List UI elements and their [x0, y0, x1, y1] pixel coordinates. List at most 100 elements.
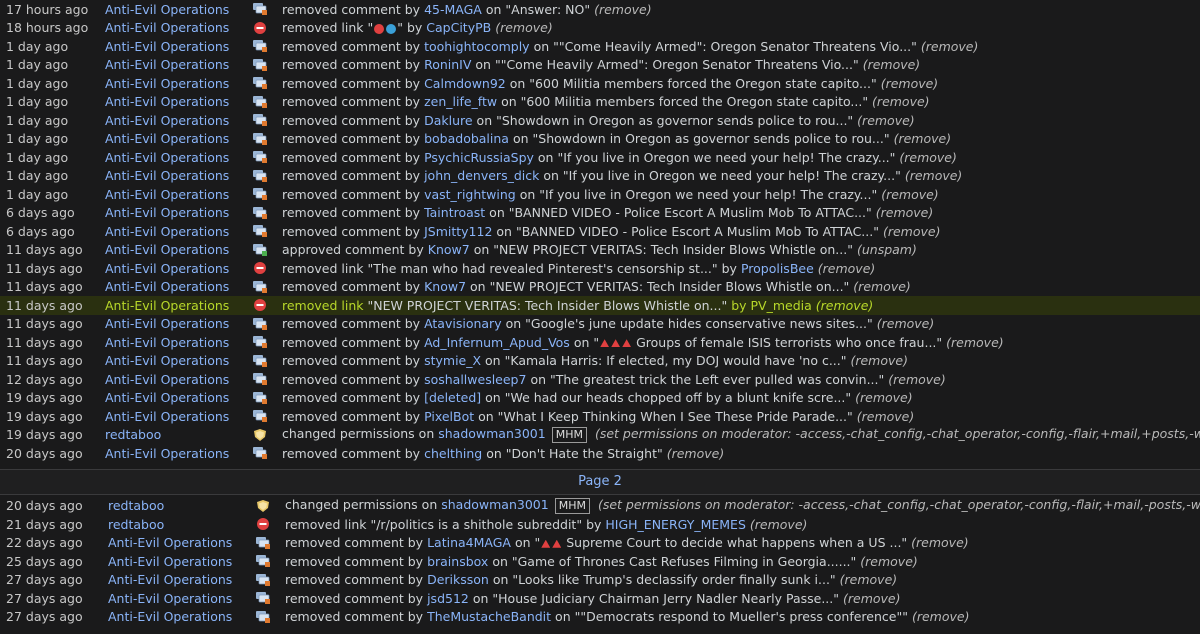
moderator-link[interactable]: Anti-Evil Operations	[105, 94, 229, 109]
moderator-link[interactable]: Anti-Evil Operations	[108, 535, 232, 550]
post-title-link[interactable]: "BANNED VIDEO - Police Escort A Muslim M…	[516, 224, 879, 239]
moderator-link[interactable]: Anti-Evil Operations	[105, 113, 229, 128]
user-link[interactable]: TheMustacheBandit	[427, 609, 551, 624]
moderator-link[interactable]: Anti-Evil Operations	[105, 242, 229, 257]
post-title-link[interactable]: "If you live in Oregon we need your help…	[557, 150, 895, 165]
moderator-link[interactable]: redtaboo	[108, 517, 164, 532]
post-title-link[interactable]: "If you live in Oregon we need your help…	[563, 168, 901, 183]
moderator-link[interactable]: Anti-Evil Operations	[108, 554, 232, 569]
post-title-link[interactable]: "Showdown in Oregon as governor sends po…	[496, 113, 853, 128]
user-link[interactable]: Ad_Infernum_Apud_Vos	[424, 335, 570, 350]
moderator-link[interactable]: Anti-Evil Operations	[105, 20, 229, 35]
post-title-link[interactable]: "Kamala Harris: If elected, my DOJ would…	[505, 353, 847, 368]
post-title-link[interactable]: "Game of Thrones Cast Refuses Filming in…	[512, 554, 856, 569]
post-title-link[interactable]: "What I Keep Thinking When I See These P…	[498, 409, 853, 424]
user-link[interactable]: PsychicRussiaSpy	[424, 150, 534, 165]
post-title-link[interactable]: "NEW PROJECT VERITAS: Tech Insider Blows…	[490, 279, 850, 294]
post-title-link[interactable]: ""Come Heavily Armed": Oregon Senator Th…	[553, 39, 917, 54]
moderator-link[interactable]: Anti-Evil Operations	[105, 372, 229, 387]
log-time: 17 hours ago	[6, 1, 89, 17]
user-link[interactable]: chelthing	[424, 446, 482, 461]
log-action: removed comment by Taintroast on "BANNED…	[282, 205, 933, 220]
user-link[interactable]: brainsbox	[427, 554, 488, 569]
post-title-link[interactable]: "Don't Hate the Straight"	[506, 446, 663, 461]
moderator-link[interactable]: Anti-Evil Operations	[105, 168, 229, 183]
post-title-link[interactable]: ""Come Heavily Armed": Oregon Senator Th…	[495, 57, 859, 72]
moderator-link[interactable]: Anti-Evil Operations	[108, 609, 232, 624]
user-link[interactable]: HIGH_ENERGY_MEMES	[605, 517, 746, 532]
moderator-link[interactable]: Anti-Evil Operations	[105, 279, 229, 294]
moderator-link[interactable]: Anti-Evil Operations	[108, 591, 232, 606]
user-link[interactable]: Deriksson	[427, 572, 489, 587]
moderator-link[interactable]: Anti-Evil Operations	[105, 76, 229, 91]
post-title-link[interactable]: ""Democrats respond to Mueller's press c…	[575, 609, 908, 624]
moderator-link[interactable]: Anti-Evil Operations	[105, 224, 229, 239]
user-link[interactable]: PixelBot	[424, 409, 474, 424]
user-link[interactable]: shadowman3001	[438, 426, 545, 441]
on-text: on	[509, 75, 526, 91]
user-link[interactable]: PV_media	[751, 298, 812, 313]
moderator-link[interactable]: Anti-Evil Operations	[105, 205, 229, 220]
user-link[interactable]: Taintroast	[424, 205, 485, 220]
post-title-link[interactable]: "Google's june update hides conservative…	[525, 316, 873, 331]
post-title-link[interactable]: "600 Militia members forced the Oregon s…	[521, 94, 868, 109]
post-title-link[interactable]: "The greatest trick the Left ever pulled…	[550, 372, 884, 387]
by-text: by	[721, 260, 737, 276]
user-link[interactable]: vast_rightwing	[424, 187, 516, 202]
moderator-link[interactable]: Anti-Evil Operations	[105, 131, 229, 146]
user-link[interactable]: bobadobalina	[424, 131, 509, 146]
moderator-link[interactable]: Anti-Evil Operations	[105, 409, 229, 424]
user-link[interactable]: soshallwesleep7	[424, 372, 526, 387]
moderator-link[interactable]: Anti-Evil Operations	[105, 150, 229, 165]
user-link[interactable]: Calmdown92	[424, 76, 506, 91]
user-link[interactable]: 45-MAGA	[424, 2, 482, 17]
user-link[interactable]: john_denvers_dick	[424, 168, 539, 183]
on-text: on	[485, 1, 502, 17]
user-link[interactable]: toohightocomply	[424, 39, 530, 54]
moderator-link[interactable]: Anti-Evil Operations	[105, 261, 229, 276]
moderator-link[interactable]: Anti-Evil Operations	[105, 39, 229, 54]
moderator-link[interactable]: Anti-Evil Operations	[105, 57, 229, 72]
user-link[interactable]: PropolisBee	[741, 261, 814, 276]
post-title-link[interactable]: "We had our heads chopped off by a blunt…	[505, 390, 851, 405]
user-link[interactable]: shadowman3001	[441, 497, 548, 512]
post-title-link[interactable]: "House Judiciary Chairman Jerry Nadler N…	[492, 591, 839, 606]
post-title-link[interactable]: "Answer: NO"	[505, 2, 590, 17]
moderator-link[interactable]: Anti-Evil Operations	[105, 446, 229, 461]
user-link[interactable]: JSmitty112	[424, 224, 492, 239]
link-title[interactable]: "/r/politics is a shithole subreddit"	[370, 517, 582, 532]
post-title-link[interactable]: "NEW PROJECT VERITAS: Tech Insider Blows…	[493, 242, 853, 257]
by-text: by	[404, 223, 421, 239]
moderator-link[interactable]: Anti-Evil Operations	[105, 353, 229, 368]
post-title-link[interactable]: "BANNED VIDEO - Police Escort A Muslim M…	[509, 205, 872, 220]
user-link[interactable]: Know7	[428, 242, 470, 257]
moderator-link[interactable]: Anti-Evil Operations	[105, 335, 229, 350]
link-title[interactable]: "NEW PROJECT VERITAS: Tech Insider Blows…	[367, 298, 727, 313]
user-link[interactable]: Daklure	[424, 113, 472, 128]
moderator-link[interactable]: Anti-Evil Operations	[105, 316, 229, 331]
post-title-link[interactable]: "Showdown in Oregon as governor sends po…	[533, 131, 890, 146]
post-title-link[interactable]: "600 Militia members forced the Oregon s…	[529, 76, 876, 91]
user-link[interactable]: [deleted]	[424, 390, 481, 405]
moderator-link[interactable]: redtaboo	[108, 498, 164, 513]
post-title-link[interactable]: Groups of female ISIS terrorists who onc…	[636, 335, 942, 350]
user-link[interactable]: zen_life_ftw	[424, 94, 497, 109]
post-title-link[interactable]: "If you live in Oregon we need your help…	[539, 187, 877, 202]
user-link[interactable]: jsd512	[427, 591, 469, 606]
moderator-link[interactable]: Anti-Evil Operations	[105, 390, 229, 405]
page-separator[interactable]: Page 2	[0, 468, 1200, 495]
user-link[interactable]: stymie_X	[424, 353, 481, 368]
moderator-link[interactable]: redtaboo	[105, 427, 161, 442]
moderator-link[interactable]: Anti-Evil Operations	[105, 2, 229, 17]
user-link[interactable]: Atavisionary	[424, 316, 502, 331]
user-link[interactable]: Know7	[424, 279, 466, 294]
moderator-link[interactable]: Anti-Evil Operations	[105, 187, 229, 202]
user-link[interactable]: Latina4MAGA	[427, 535, 511, 550]
moderator-link[interactable]: Anti-Evil Operations	[108, 572, 232, 587]
user-link[interactable]: RoninIV	[424, 57, 471, 72]
user-link[interactable]: CapCityPB	[426, 20, 491, 35]
post-title-link[interactable]: Supreme Court to decide what happens whe…	[566, 535, 907, 550]
post-title-link[interactable]: "Looks like Trump's declassify order fin…	[512, 572, 835, 587]
moderator-link[interactable]: Anti-Evil Operations	[105, 298, 229, 313]
link-title[interactable]: "The man who had revealed Pinterest's ce…	[367, 261, 717, 276]
